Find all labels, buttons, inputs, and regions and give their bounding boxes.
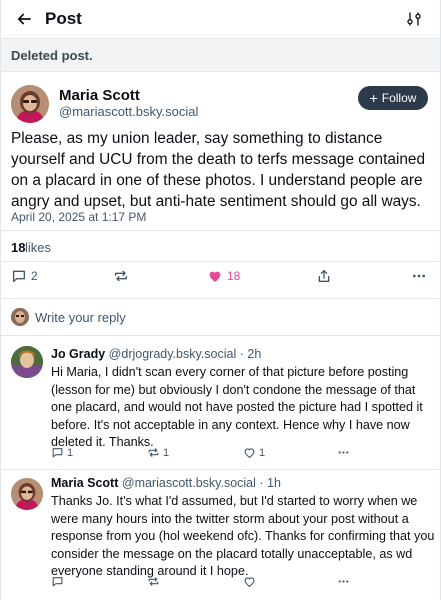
plus-icon: + (369, 90, 378, 106)
likes-count: 18 (11, 240, 26, 255)
follow-label: Follow (381, 91, 417, 105)
follow-button[interactable]: + Follow (358, 86, 428, 110)
more-options-button[interactable] (337, 446, 350, 459)
author-avatar-image (11, 85, 49, 123)
reply-composer[interactable]: Write your reply (1, 298, 440, 336)
reply-item[interactable]: Jo Grady @drjogrady.bsky.social · 2h Hi … (1, 336, 440, 470)
more-options-button[interactable] (337, 575, 350, 588)
reply-meta: Jo Grady @drjogrady.bsky.social · 2h (51, 347, 261, 361)
more-horizontal-icon (413, 274, 425, 278)
reply-actions: 1 1 1 (51, 446, 351, 462)
like-button[interactable]: 18 (207, 268, 240, 284)
avatar[interactable] (11, 346, 43, 378)
heart-icon (244, 577, 255, 588)
repost-button[interactable] (147, 575, 163, 588)
post-timestamp[interactable]: April 20, 2025 at 1:17 PM (11, 210, 146, 224)
reply-author-name[interactable]: Jo Grady (51, 347, 105, 361)
reply-author-avatar-image (11, 478, 43, 510)
reply-placeholder: Write your reply (35, 310, 126, 325)
deleted-post-label: Deleted post. (11, 48, 93, 63)
repost-icon (148, 448, 159, 457)
post-thread-view: Post Deleted post. Maria Scott @mariasco… (0, 0, 441, 600)
repost-button[interactable] (113, 268, 133, 284)
likes-label: likes (25, 240, 52, 255)
reply-icon (52, 577, 63, 587)
reply-author-name[interactable]: Maria Scott (51, 476, 118, 490)
author-name[interactable]: Maria Scott (59, 87, 140, 104)
share-icon (318, 270, 330, 282)
reply-icon (13, 270, 25, 282)
reply-body: Hi Maria, I didn't scan every corner of … (51, 365, 423, 449)
repost-button[interactable]: 1 (147, 446, 169, 459)
reply-actions (51, 575, 351, 591)
like-count: 18 (227, 269, 241, 283)
reply-button[interactable]: 1 (51, 446, 73, 459)
reply-icon (52, 448, 63, 458)
reply-body: Thanks Jo. It's what I'd assumed, but I'… (51, 494, 435, 578)
reply-time[interactable]: 2h (247, 347, 261, 361)
back-button[interactable] (13, 8, 35, 30)
like-button[interactable] (243, 575, 259, 588)
post-actions: 2 18 (1, 268, 440, 292)
avatar[interactable] (11, 85, 49, 123)
page-title: Post (45, 9, 82, 28)
avatar (11, 308, 29, 326)
repost-icon (115, 270, 127, 282)
reply-author-avatar-image (11, 346, 43, 378)
reply-author-handle[interactable]: @drjogrady.bsky.social (109, 347, 237, 361)
reply-author-handle[interactable]: @mariascott.bsky.social (122, 476, 256, 490)
meta-separator: · (259, 476, 264, 490)
current-user-avatar-image (11, 308, 29, 326)
like-button[interactable]: 1 (243, 446, 265, 459)
arrow-left-icon (17, 13, 31, 25)
sliders-icon (407, 12, 421, 26)
heart-filled-icon (209, 271, 221, 282)
author-handle[interactable]: @mariascott.bsky.social (59, 104, 198, 119)
reply-count: 1 (67, 446, 74, 459)
reply-item[interactable]: Maria Scott @mariascott.bsky.social · 1h… (1, 470, 440, 600)
heart-icon (244, 448, 255, 459)
meta-separator: · (239, 347, 244, 361)
repost-count: 1 (163, 446, 170, 459)
more-horizontal-icon (338, 451, 349, 454)
likes-summary[interactable]: 18 likes (1, 230, 440, 262)
top-bar: Post (1, 0, 440, 38)
reply-count: 2 (31, 269, 38, 283)
share-button[interactable] (316, 268, 332, 284)
reply-meta: Maria Scott @mariascott.bsky.social · 1h (51, 476, 281, 490)
like-count: 1 (259, 446, 266, 459)
post-body: Please, as my union leader, say somethin… (11, 130, 426, 210)
reply-button[interactable] (51, 575, 67, 588)
reply-time[interactable]: 1h (267, 476, 281, 490)
avatar[interactable] (11, 478, 43, 510)
thread-settings-button[interactable] (404, 9, 424, 29)
repost-icon (148, 577, 159, 586)
more-horizontal-icon (338, 580, 349, 583)
deleted-post-banner: Deleted post. (1, 38, 440, 72)
more-options-button[interactable] (411, 268, 427, 284)
reply-button[interactable]: 2 (11, 268, 38, 284)
